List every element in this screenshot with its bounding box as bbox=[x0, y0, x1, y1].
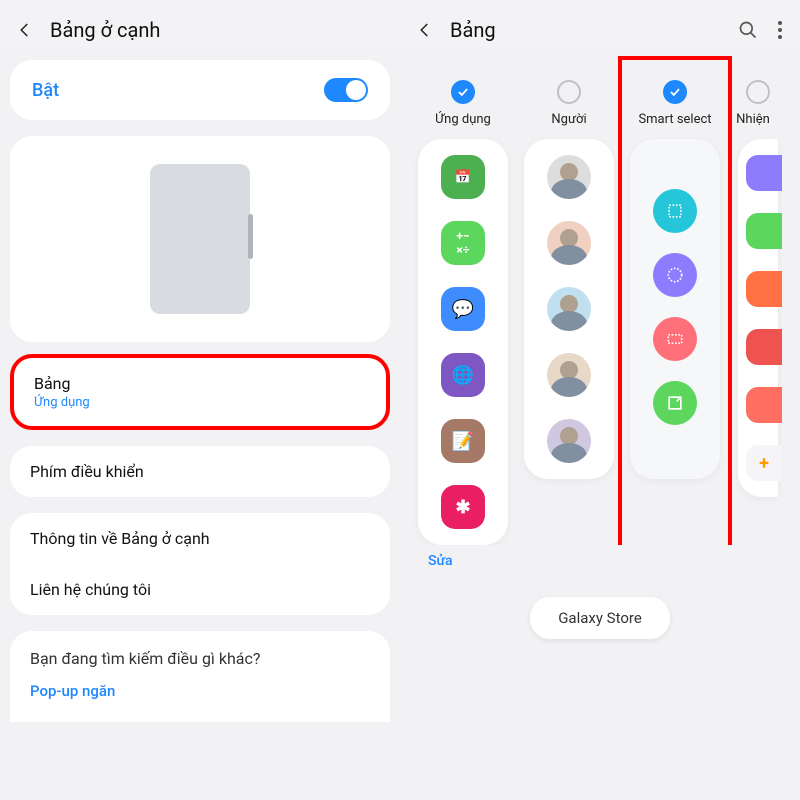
rectangle-select-icon bbox=[653, 189, 697, 233]
page-title: Bảng ở cạnh bbox=[50, 18, 160, 42]
back-icon[interactable] bbox=[14, 19, 36, 41]
internet-icon: 🌐 bbox=[441, 353, 485, 397]
compass-icon bbox=[746, 271, 782, 307]
panel-tasks-label: Nhiện bbox=[736, 112, 770, 127]
calendar-icon: 📅 bbox=[441, 155, 485, 199]
panel-smartselect-label: Smart select bbox=[638, 112, 711, 127]
add-icon: + bbox=[746, 445, 782, 481]
panel-people[interactable]: Người bbox=[516, 62, 622, 545]
menu-item-about[interactable]: Thông tin về Bảng ở cạnh bbox=[10, 513, 390, 564]
panels-selection-screen: Bảng Ứng dụng 📅 +−×÷ 💬 🌐 📝 ✱ Người bbox=[400, 0, 800, 800]
edit-link[interactable]: Sửa bbox=[428, 553, 800, 569]
oval-select-icon bbox=[653, 253, 697, 297]
header: Bảng ở cạnh bbox=[0, 0, 400, 52]
gif-select-icon bbox=[653, 317, 697, 361]
master-toggle-row[interactable]: Bật bbox=[10, 60, 390, 120]
avatar-icon bbox=[547, 155, 591, 199]
toggle-card: Bật bbox=[10, 60, 390, 120]
menu-item-contact[interactable]: Liên hệ chúng tôi bbox=[10, 564, 390, 615]
mic-icon bbox=[746, 329, 782, 365]
checkbox-off-icon[interactable] bbox=[557, 80, 581, 104]
messages-icon: 💬 bbox=[441, 287, 485, 331]
avatar-icon bbox=[547, 221, 591, 265]
smartselect-strip bbox=[630, 139, 720, 479]
checkbox-off-icon[interactable] bbox=[746, 80, 770, 104]
checkbox-on-icon[interactable] bbox=[451, 80, 475, 104]
search-icon[interactable] bbox=[738, 20, 758, 40]
page-title: Bảng bbox=[450, 18, 496, 42]
header: Bảng bbox=[400, 0, 800, 52]
settings-edge-panel-screen: Bảng ở cạnh Bật Bảng Ứng dụng Phím điều … bbox=[0, 0, 400, 800]
footer-card: Bạn đang tìm kiếm điều gì khác? Pop-up n… bbox=[10, 631, 390, 722]
panel-smart-select[interactable]: Smart select bbox=[622, 62, 728, 545]
menu-item-control[interactable]: Phím điều khiển bbox=[10, 446, 390, 497]
galaxy-store-button[interactable]: Galaxy Store bbox=[530, 597, 670, 639]
pin-select-icon bbox=[653, 381, 697, 425]
notes-icon: 📝 bbox=[441, 419, 485, 463]
apps-strip: 📅 +−×÷ 💬 🌐 📝 ✱ bbox=[418, 139, 508, 545]
menu-panels-subtitle: Ứng dụng bbox=[34, 395, 366, 410]
preview-card bbox=[10, 136, 390, 342]
avatar-icon bbox=[547, 419, 591, 463]
footer-question: Bạn đang tìm kiếm điều gì khác? bbox=[30, 649, 370, 668]
toggle-label: Bật bbox=[32, 80, 59, 101]
avatar-icon bbox=[547, 353, 591, 397]
panel-apps-label: Ứng dụng bbox=[435, 112, 491, 127]
phone-icon bbox=[746, 213, 782, 249]
avatar-icon bbox=[547, 287, 591, 331]
toggle-switch-on[interactable] bbox=[324, 78, 368, 102]
panel-apps[interactable]: Ứng dụng 📅 +−×÷ 💬 🌐 📝 ✱ bbox=[410, 62, 516, 545]
phone-preview-icon bbox=[150, 164, 250, 314]
panels-row: Ứng dụng 📅 +−×÷ 💬 🌐 📝 ✱ Người bbox=[400, 52, 800, 545]
more-icon[interactable] bbox=[778, 21, 782, 39]
people-strip bbox=[524, 139, 614, 479]
clipboard-icon bbox=[746, 155, 782, 191]
panel-people-label: Người bbox=[551, 112, 586, 127]
checkbox-on-icon[interactable] bbox=[663, 80, 687, 104]
menu-item-panels[interactable]: Bảng Ứng dụng bbox=[10, 354, 390, 430]
tasks-strip: + bbox=[738, 139, 778, 497]
back-icon[interactable] bbox=[414, 19, 436, 41]
ruler-icon bbox=[746, 387, 782, 423]
footer-link[interactable]: Pop-up ngăn bbox=[30, 682, 370, 700]
calculator-icon: +−×÷ bbox=[441, 221, 485, 265]
gallery-icon: ✱ bbox=[441, 485, 485, 529]
panel-tasks[interactable]: Nhiện + bbox=[728, 62, 778, 545]
menu-panels-title: Bảng bbox=[34, 374, 366, 393]
